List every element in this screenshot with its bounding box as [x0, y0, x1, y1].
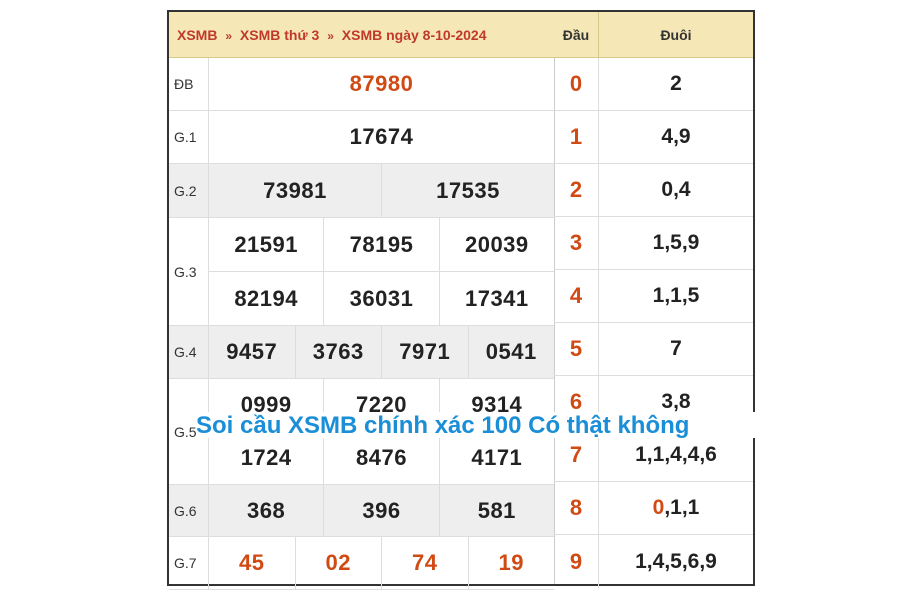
- prize-number: 87980: [349, 71, 414, 96]
- prize-number: 73981: [263, 177, 327, 203]
- prize-number: 45: [239, 550, 265, 575]
- prize-number: 3763: [294, 326, 382, 378]
- head-digit: 0: [554, 58, 599, 110]
- prize-number: 02: [294, 537, 382, 589]
- prize-number: 19: [467, 537, 555, 589]
- prize-number: 82194: [234, 285, 298, 311]
- lottery-result-panel: XSMB » XSMB thứ 3 » XSMB ngày 8-10-2024 …: [167, 10, 755, 590]
- prize-number: 17674: [349, 124, 414, 149]
- tail-digits: 2: [670, 72, 682, 95]
- prize-row-g2: G.2 73981 17535: [169, 164, 554, 218]
- prize-number: 7971: [381, 326, 468, 378]
- prize-row-g1: G.1 17674: [169, 111, 554, 164]
- tail-digits: 1,1,5: [652, 284, 700, 307]
- loto-row: 02: [554, 58, 753, 111]
- loto-row: 9 1,4,5,6,9: [554, 535, 753, 588]
- tail-digits: 4,9: [661, 125, 691, 148]
- tail-digits: 0,1,1: [599, 482, 753, 534]
- loto-row: 8 0,1,1: [554, 482, 753, 535]
- tail-digit-highlight: 0: [652, 496, 665, 519]
- tail-digit-rest: ,1,1: [664, 496, 700, 519]
- breadcrumb-item-date[interactable]: XSMB ngày 8-10-2024: [342, 27, 487, 43]
- prize-number: 396: [323, 485, 438, 536]
- tail-digits: 0,4: [661, 178, 691, 201]
- prize-row-g6: G.6 368 396 581: [169, 485, 554, 537]
- head-column-header: Đầu: [554, 12, 599, 57]
- prize-number: 21591: [234, 231, 298, 257]
- head-digit: 5: [554, 323, 599, 375]
- loto-row: 1 4,9: [554, 111, 753, 164]
- prize-row-g3: G.3 21591 78195 20039 82194 36031 17341: [169, 218, 554, 326]
- loto-row: 4 1,1,5: [554, 270, 753, 323]
- prize-label: ĐB: [169, 58, 209, 110]
- breadcrumb-separator: »: [327, 28, 334, 43]
- prize-label: G.4: [169, 326, 209, 378]
- tail-digits: 1,5,9: [652, 231, 700, 254]
- head-digit: 9: [554, 535, 599, 588]
- overlay-caption: Soi cầu XSMB chính xác 100 Có thật không: [196, 412, 690, 439]
- tail-column-header: Đuôi: [660, 26, 692, 43]
- prize-label: G.7: [169, 537, 209, 589]
- prize-number: 17341: [438, 272, 554, 325]
- prize-label: G.3: [169, 218, 209, 325]
- prize-number: 581: [438, 485, 554, 536]
- prize-number: 78195: [323, 218, 438, 271]
- head-digit: 4: [554, 270, 599, 322]
- prize-number: 20039: [438, 218, 554, 271]
- prize-number: 17535: [381, 164, 554, 217]
- prize-number: 368: [247, 497, 286, 523]
- prize-label: G.2: [169, 164, 209, 217]
- results-table: XSMB » XSMB thứ 3 » XSMB ngày 8-10-2024 …: [169, 12, 555, 590]
- breadcrumb-separator: »: [225, 28, 233, 43]
- prize-row-g7: G.7 45 02 74 19: [169, 537, 554, 590]
- prize-label: G.6: [169, 485, 209, 536]
- breadcrumb-item-xsmb[interactable]: XSMB: [177, 27, 217, 43]
- loto-row: 3 1,5,9: [554, 217, 753, 270]
- prize-row-special: ĐB 87980: [169, 58, 554, 111]
- prize-number: 36031: [323, 272, 438, 325]
- tail-digits: 7: [670, 337, 682, 360]
- loto-row: 57: [554, 323, 753, 376]
- breadcrumb-item-weekday[interactable]: XSMB thứ 3: [240, 27, 319, 43]
- prize-number: 74: [381, 537, 468, 589]
- head-digit: 8: [554, 482, 599, 534]
- prize-number: 9457: [226, 339, 278, 364]
- head-digit: 2: [554, 164, 599, 216]
- head-digit: 3: [554, 217, 599, 269]
- head-digit: 1: [554, 111, 599, 163]
- tail-digits: 1,4,5,6,9: [635, 549, 717, 573]
- loto-row: 2 0,4: [554, 164, 753, 217]
- prize-label: G.1: [169, 111, 209, 163]
- loto-head-table: Đầu Đuôi 02 1 4,9 2 0,4 3 1,5,9 4 1,1,5 57 6…: [554, 12, 753, 588]
- breadcrumb: XSMB » XSMB thứ 3 » XSMB ngày 8-10-2024: [169, 12, 554, 58]
- prize-number: 0541: [467, 326, 555, 378]
- prize-row-g4: G.4 9457 3763 7971 0541: [169, 326, 554, 379]
